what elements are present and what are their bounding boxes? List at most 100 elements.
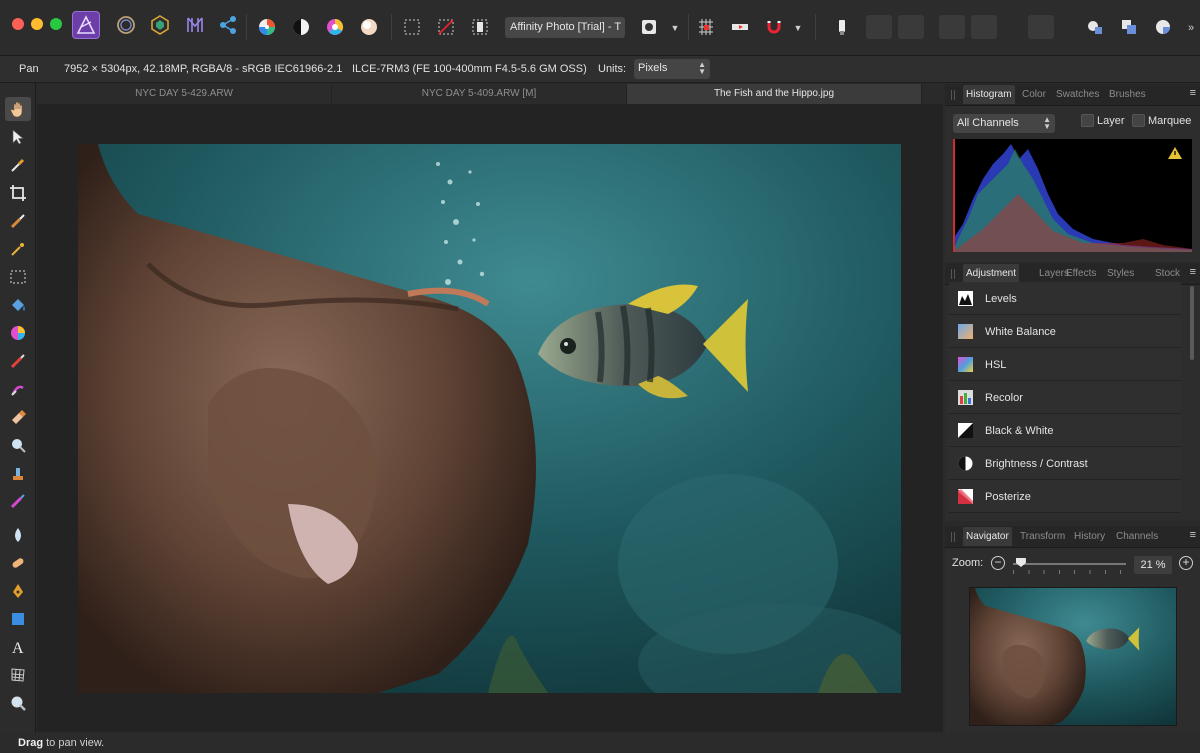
photo-persona-icon[interactable] [72,11,100,39]
zoom-slider-track[interactable] [1013,563,1126,565]
quick-mask-icon[interactable] [637,15,661,39]
adjustment-posterize[interactable]: Posterize [949,480,1181,513]
rectangle-tool-icon[interactable] [5,607,31,631]
flood-fill-tool-icon[interactable] [5,293,31,317]
navigator-thumbnail[interactable] [969,587,1177,726]
tab-swatches[interactable]: Swatches [1056,89,1099,100]
tab-adjustment[interactable]: Adjustment [963,264,1020,283]
erase-tool-icon[interactable] [5,405,31,429]
adjustment-black-white[interactable]: Black & White [949,414,1181,447]
dodge-tool-icon[interactable] [5,433,31,457]
document-tab[interactable]: NYC DAY 5-429.ARW [37,84,332,104]
blur-tool-icon[interactable] [5,523,31,547]
move-tool-icon[interactable] [5,125,31,149]
zoom-value-field[interactable]: 21 % [1134,556,1172,574]
tab-navigator[interactable]: Navigator [963,527,1012,546]
camera-info-label: ILCE-7RM3 (FE 100-400mm F4.5-5.6 GM OSS) [352,63,587,75]
arrange-back-button[interactable] [939,15,965,39]
snapping-grid-icon[interactable] [694,15,718,39]
document-tab-active[interactable]: The Fish and the Hippo.jpg [627,84,922,104]
tone-mapping-persona-icon[interactable] [181,11,209,39]
hue-wheel-icon[interactable] [323,15,347,39]
clone-tool-icon[interactable] [5,461,31,485]
develop-persona-icon[interactable] [146,11,174,39]
tab-channels[interactable]: Channels [1116,531,1158,542]
panel-menu-icon[interactable]: ≡ [1190,87,1196,99]
lock-children-icon[interactable] [830,15,854,39]
pen-tool-icon[interactable] [5,579,31,603]
shape-subtract-icon[interactable] [1117,15,1141,39]
crop-tool-icon[interactable] [5,181,31,205]
tab-history[interactable]: History [1074,531,1105,542]
marquee-checkbox[interactable] [1132,114,1145,127]
document-title-dropdown[interactable]: Affinity Photo [Trial] - T [505,17,625,38]
assistant-icon[interactable] [728,15,752,39]
document-tab[interactable]: NYC DAY 5-409.ARW [M] [332,84,627,104]
flood-select-tool-icon[interactable] [5,237,31,261]
align-center-button[interactable] [898,15,924,39]
contrast-icon[interactable] [289,15,313,39]
document-image[interactable] [78,144,901,693]
rectangular-marquee-tool-icon[interactable] [5,265,31,289]
liquify-persona-icon[interactable] [112,11,140,39]
zoom-tool-icon[interactable] [5,691,31,715]
zoom-out-icon[interactable]: − [991,556,1005,570]
distribute-button[interactable] [1028,15,1054,39]
patch-tool-icon[interactable] [5,551,31,575]
shape-add-icon[interactable] [1083,15,1107,39]
chevron-down-icon[interactable]: ▼ [791,17,805,38]
adjustment-label: White Balance [985,326,1056,338]
shape-intersect-icon[interactable] [1151,15,1175,39]
white-balance-toolbar-icon[interactable] [357,15,381,39]
tab-styles[interactable]: Styles [1107,268,1134,279]
channel-select[interactable]: All Channels ▲ ▼ [953,114,1055,133]
snapping-magnet-icon[interactable] [762,15,786,39]
adjustment-scrollbar[interactable] [1190,286,1194,360]
tab-effects[interactable]: Effects [1066,268,1096,279]
panel-grip-icon[interactable] [951,532,955,542]
paint-brush-tool-icon[interactable] [5,349,31,373]
zoom-in-icon[interactable]: + [1179,556,1193,570]
mesh-warp-tool-icon[interactable] [5,663,31,687]
pan-tool-icon[interactable] [5,97,31,121]
tab-histogram[interactable]: Histogram [963,85,1015,104]
chevron-down-icon[interactable]: ▼ [668,17,682,38]
align-left-button[interactable] [866,15,892,39]
layer-checkbox[interactable] [1081,114,1094,127]
deselect-icon[interactable] [434,15,458,39]
marquee-select-icon[interactable] [400,15,424,39]
tab-stock[interactable]: Stock [1155,268,1180,279]
context-toolbar: Pan 7952 × 5304px, 42.18MP, RGBA/8 - sRG… [0,56,1200,83]
color-wheel-icon[interactable] [255,15,279,39]
adjustment-levels[interactable]: Levels [949,282,1181,315]
tab-brushes[interactable]: Brushes [1109,89,1146,100]
tab-transform[interactable]: Transform [1020,531,1065,542]
close-window-button[interactable] [12,18,24,30]
gradient-tool-icon[interactable] [5,321,31,345]
tab-color[interactable]: Color [1022,89,1046,100]
units-value: Pixels [638,62,668,74]
panel-grip-icon[interactable] [951,90,955,100]
units-select[interactable]: Pixels ▲ ▼ [634,59,710,79]
adjustment-brightness-contrast[interactable]: Brightness / Contrast [949,447,1181,480]
status-bar: Drag to pan view. [0,733,1200,753]
overflow-chevron-icon[interactable]: » [1184,17,1198,38]
text-tool-icon[interactable]: A [5,635,31,659]
arrange-front-button[interactable] [971,15,997,39]
healing-brush-tool-icon[interactable] [5,489,31,513]
color-replacement-tool-icon[interactable] [5,377,31,401]
adjustment-recolor[interactable]: Recolor [949,381,1181,414]
adjustment-label: Black & White [985,425,1054,437]
minimize-window-button[interactable] [31,18,43,30]
zoom-window-button[interactable] [50,18,62,30]
panel-menu-icon[interactable]: ≡ [1190,266,1196,278]
export-persona-icon[interactable] [214,11,242,39]
panel-grip-icon[interactable] [951,269,955,279]
panel-menu-icon[interactable]: ≡ [1190,529,1196,541]
adjustment-white-balance[interactable]: White Balance [949,315,1181,348]
tab-layers[interactable]: Layers [1039,268,1069,279]
invert-selection-icon[interactable] [468,15,492,39]
color-picker-tool-icon[interactable] [5,153,31,177]
adjustment-hsl[interactable]: HSL [949,348,1181,381]
selection-brush-tool-icon[interactable] [5,209,31,233]
